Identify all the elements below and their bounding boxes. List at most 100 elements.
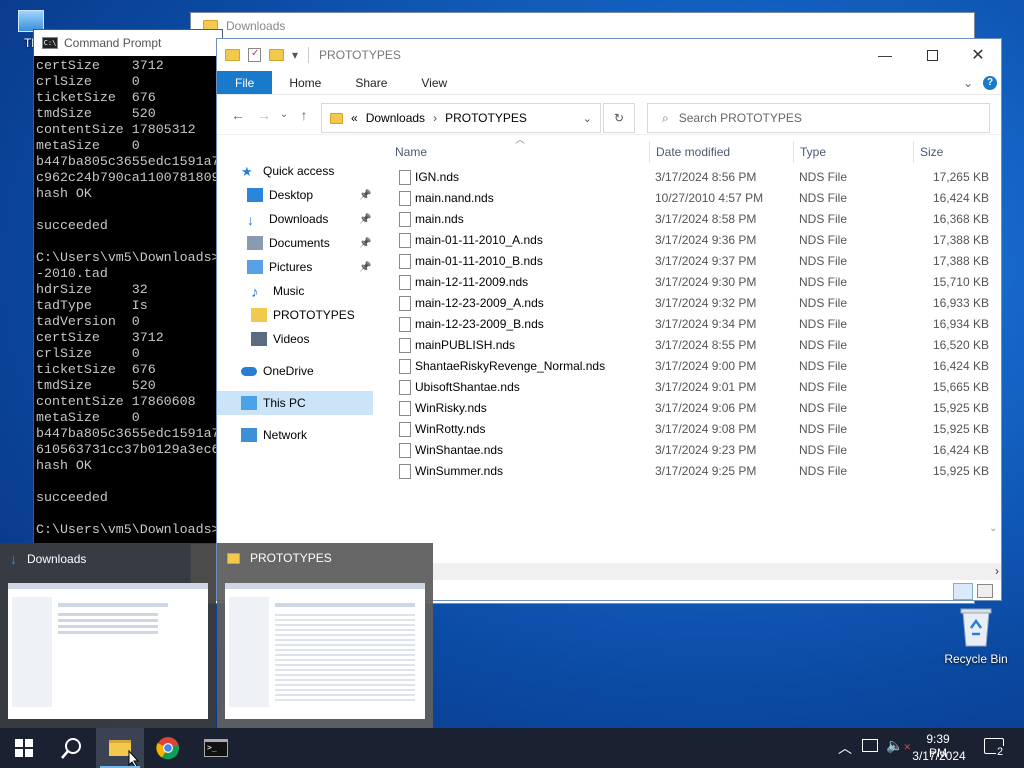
close-button[interactable]: ✕: [955, 39, 1001, 71]
breadcrumb-downloads[interactable]: Downloads: [366, 111, 425, 125]
nav-item-prototypes[interactable]: PROTOTYPES: [217, 303, 373, 327]
file-type: NDS File: [799, 254, 848, 268]
cmd-line: tmdSize 520: [36, 106, 156, 121]
volume-muted-icon[interactable]: 🔈✕: [886, 737, 911, 754]
navigation-pane[interactable]: ★ Quick access Desktop 📌 ↓ Downloads 📌 Document…: [217, 143, 375, 583]
address-bar-row: ← → ⌄ ↑ « Downloads › PROTOTYPES ⌄ ↻ ⌕ S…: [217, 95, 1001, 135]
show-hidden-icons-button[interactable]: ︿: [838, 738, 852, 758]
pin-icon[interactable]: 📌: [359, 262, 371, 273]
forward-button[interactable]: →: [251, 107, 277, 123]
nav-item-this-pc[interactable]: This PC: [217, 391, 373, 415]
file-row[interactable]: main.nand.nds 10/27/2010 4:57 PM NDS File 1…: [395, 188, 995, 209]
chevron-right-icon[interactable]: ›: [433, 111, 437, 125]
nav-item-documents[interactable]: Documents 📌: [217, 231, 373, 255]
taskbar-command-prompt[interactable]: >_: [192, 728, 240, 768]
column-header-size[interactable]: Size: [920, 141, 943, 163]
desktop-icon-recycle-bin[interactable]: Recycle Bin: [940, 604, 1012, 666]
nav-item-network[interactable]: Network: [217, 423, 373, 447]
taskbar-file-explorer[interactable]: [96, 728, 144, 768]
address-bar[interactable]: « Downloads › PROTOTYPES ⌄: [321, 103, 601, 133]
up-button[interactable]: ↑: [291, 107, 317, 123]
cmd-output[interactable]: certSize 3712 crlSize 0 ticketSize 676 tmdS…: [34, 56, 222, 538]
file-row[interactable]: main-01-11-2010_A.nds 3/17/2024 9:36 PM ND…: [395, 230, 995, 251]
clock-date[interactable]: 3/17/2024: [910, 749, 968, 763]
explorer-titlebar[interactable]: ✓ ▾ PROTOTYPES — ✕: [217, 39, 1001, 71]
column-header-date-modified[interactable]: Date modified: [656, 141, 730, 163]
file-type: NDS File: [799, 191, 848, 205]
refresh-button[interactable]: ↻: [603, 103, 635, 133]
file-icon: [399, 317, 411, 332]
nav-item-onedrive[interactable]: OneDrive: [217, 359, 373, 383]
properties-icon[interactable]: ✓: [248, 48, 261, 62]
address-overflow[interactable]: «: [351, 111, 358, 125]
file-row[interactable]: main-12-11-2009.nds 3/17/2024 9:30 PM NDS …: [395, 272, 995, 293]
tab-home[interactable]: Home: [272, 71, 338, 94]
help-button[interactable]: ?: [983, 71, 997, 94]
cmd-line: ticketSize 676: [36, 90, 156, 105]
file-row[interactable]: main-12-23-2009_B.nds 3/17/2024 9:34 PM ND…: [395, 314, 995, 335]
back-button[interactable]: ←: [225, 107, 251, 123]
column-header-name[interactable]: Name: [395, 141, 427, 163]
cmd-titlebar[interactable]: C:\ Command Prompt: [34, 30, 222, 56]
file-row[interactable]: UbisoftShantae.nds 3/17/2024 9:01 PM NDS F…: [395, 377, 995, 398]
tab-view[interactable]: View: [404, 71, 464, 94]
cmd-line: crlSize 0: [36, 74, 140, 89]
file-name: WinShantae.nds: [415, 443, 504, 457]
expand-ribbon-button[interactable]: ⌄: [963, 71, 973, 94]
file-row[interactable]: WinShantae.nds 3/17/2024 9:23 PM NDS File 1…: [395, 440, 995, 461]
explorer-window[interactable]: ✓ ▾ PROTOTYPES — ✕ File Home Share View …: [216, 38, 1002, 601]
quick-access-toolbar-dropdown[interactable]: ▾: [292, 48, 298, 62]
details-view-button[interactable]: [953, 583, 973, 600]
recent-locations-button[interactable]: ⌄: [277, 109, 291, 120]
column-header-type[interactable]: Type: [800, 141, 826, 163]
taskbar-chrome[interactable]: [144, 728, 192, 768]
file-row[interactable]: main-12-23-2009_A.nds 3/17/2024 9:32 PM ND…: [395, 293, 995, 314]
file-name: WinSummer.nds: [415, 464, 504, 478]
nav-item-desktop[interactable]: Desktop 📌: [217, 183, 373, 207]
maximize-button[interactable]: [909, 39, 955, 71]
pin-icon[interactable]: 📌: [359, 190, 371, 201]
thumbnail-downloads[interactable]: ↓ Downloads: [0, 543, 216, 728]
new-folder-icon[interactable]: [269, 49, 284, 61]
vertical-scroll-down-icon[interactable]: ⌄: [989, 523, 997, 534]
large-icons-view-button[interactable]: [977, 584, 993, 598]
search-button[interactable]: [48, 728, 96, 768]
search-input[interactable]: ⌕ Search PROTOTYPES: [647, 103, 990, 133]
nav-item-pictures[interactable]: Pictures 📌: [217, 255, 373, 279]
horizontal-scrollbar[interactable]: ›: [375, 563, 1001, 580]
search-icon: [61, 738, 81, 759]
file-type: NDS File: [799, 380, 848, 394]
minimize-button[interactable]: —: [862, 39, 908, 71]
file-row[interactable]: main-01-11-2010_B.nds 3/17/2024 9:37 PM ND…: [395, 251, 995, 272]
tab-file[interactable]: File: [217, 71, 273, 94]
file-date-modified: 3/17/2024 9:32 PM: [655, 296, 757, 310]
cmd-line: [36, 234, 222, 250]
search-icon: ⌕: [662, 110, 669, 125]
thumbnail-prototypes[interactable]: PROTOTYPES: [217, 543, 433, 728]
file-icon: [399, 338, 411, 353]
scroll-right-icon[interactable]: ›: [995, 564, 999, 578]
command-prompt-window[interactable]: C:\ Command Prompt certSize 3712 crlSize …: [33, 29, 223, 544]
file-date-modified: 3/17/2024 8:55 PM: [655, 338, 757, 352]
file-row[interactable]: mainPUBLISH.nds 3/17/2024 8:55 PM NDS File…: [395, 335, 995, 356]
nav-item-music[interactable]: ♪ Music: [217, 279, 373, 303]
file-row[interactable]: WinRisky.nds 3/17/2024 9:06 PM NDS File 15,…: [395, 398, 995, 419]
file-icon: [399, 254, 411, 269]
file-row[interactable]: IGN.nds 3/17/2024 8:56 PM NDS File 17,265 K…: [395, 167, 995, 188]
file-row[interactable]: WinSummer.nds 3/17/2024 9:25 PM NDS File 15…: [395, 461, 995, 482]
file-row[interactable]: ShantaeRiskyRevenge_Normal.nds 3/17/2024 …: [395, 356, 995, 377]
cmd-line: [36, 506, 222, 522]
pin-icon[interactable]: 📌: [359, 238, 371, 249]
file-row[interactable]: main.nds 3/17/2024 8:58 PM NDS File 16,368 …: [395, 209, 995, 230]
nav-item-downloads[interactable]: ↓ Downloads 📌: [217, 207, 373, 231]
network-icon[interactable]: [862, 739, 878, 752]
tab-share[interactable]: Share: [338, 71, 404, 94]
nav-item-videos[interactable]: Videos: [217, 327, 373, 351]
start-button[interactable]: [0, 728, 48, 768]
pin-icon[interactable]: 📌: [359, 214, 371, 225]
thumbnail-preview: [225, 583, 425, 719]
breadcrumb-prototypes[interactable]: PROTOTYPES: [445, 111, 527, 125]
file-row[interactable]: WinRotty.nds 3/17/2024 9:08 PM NDS File 15,…: [395, 419, 995, 440]
address-dropdown-button[interactable]: ⌄: [583, 112, 592, 125]
nav-item-quick-access[interactable]: ★ Quick access: [217, 159, 373, 183]
